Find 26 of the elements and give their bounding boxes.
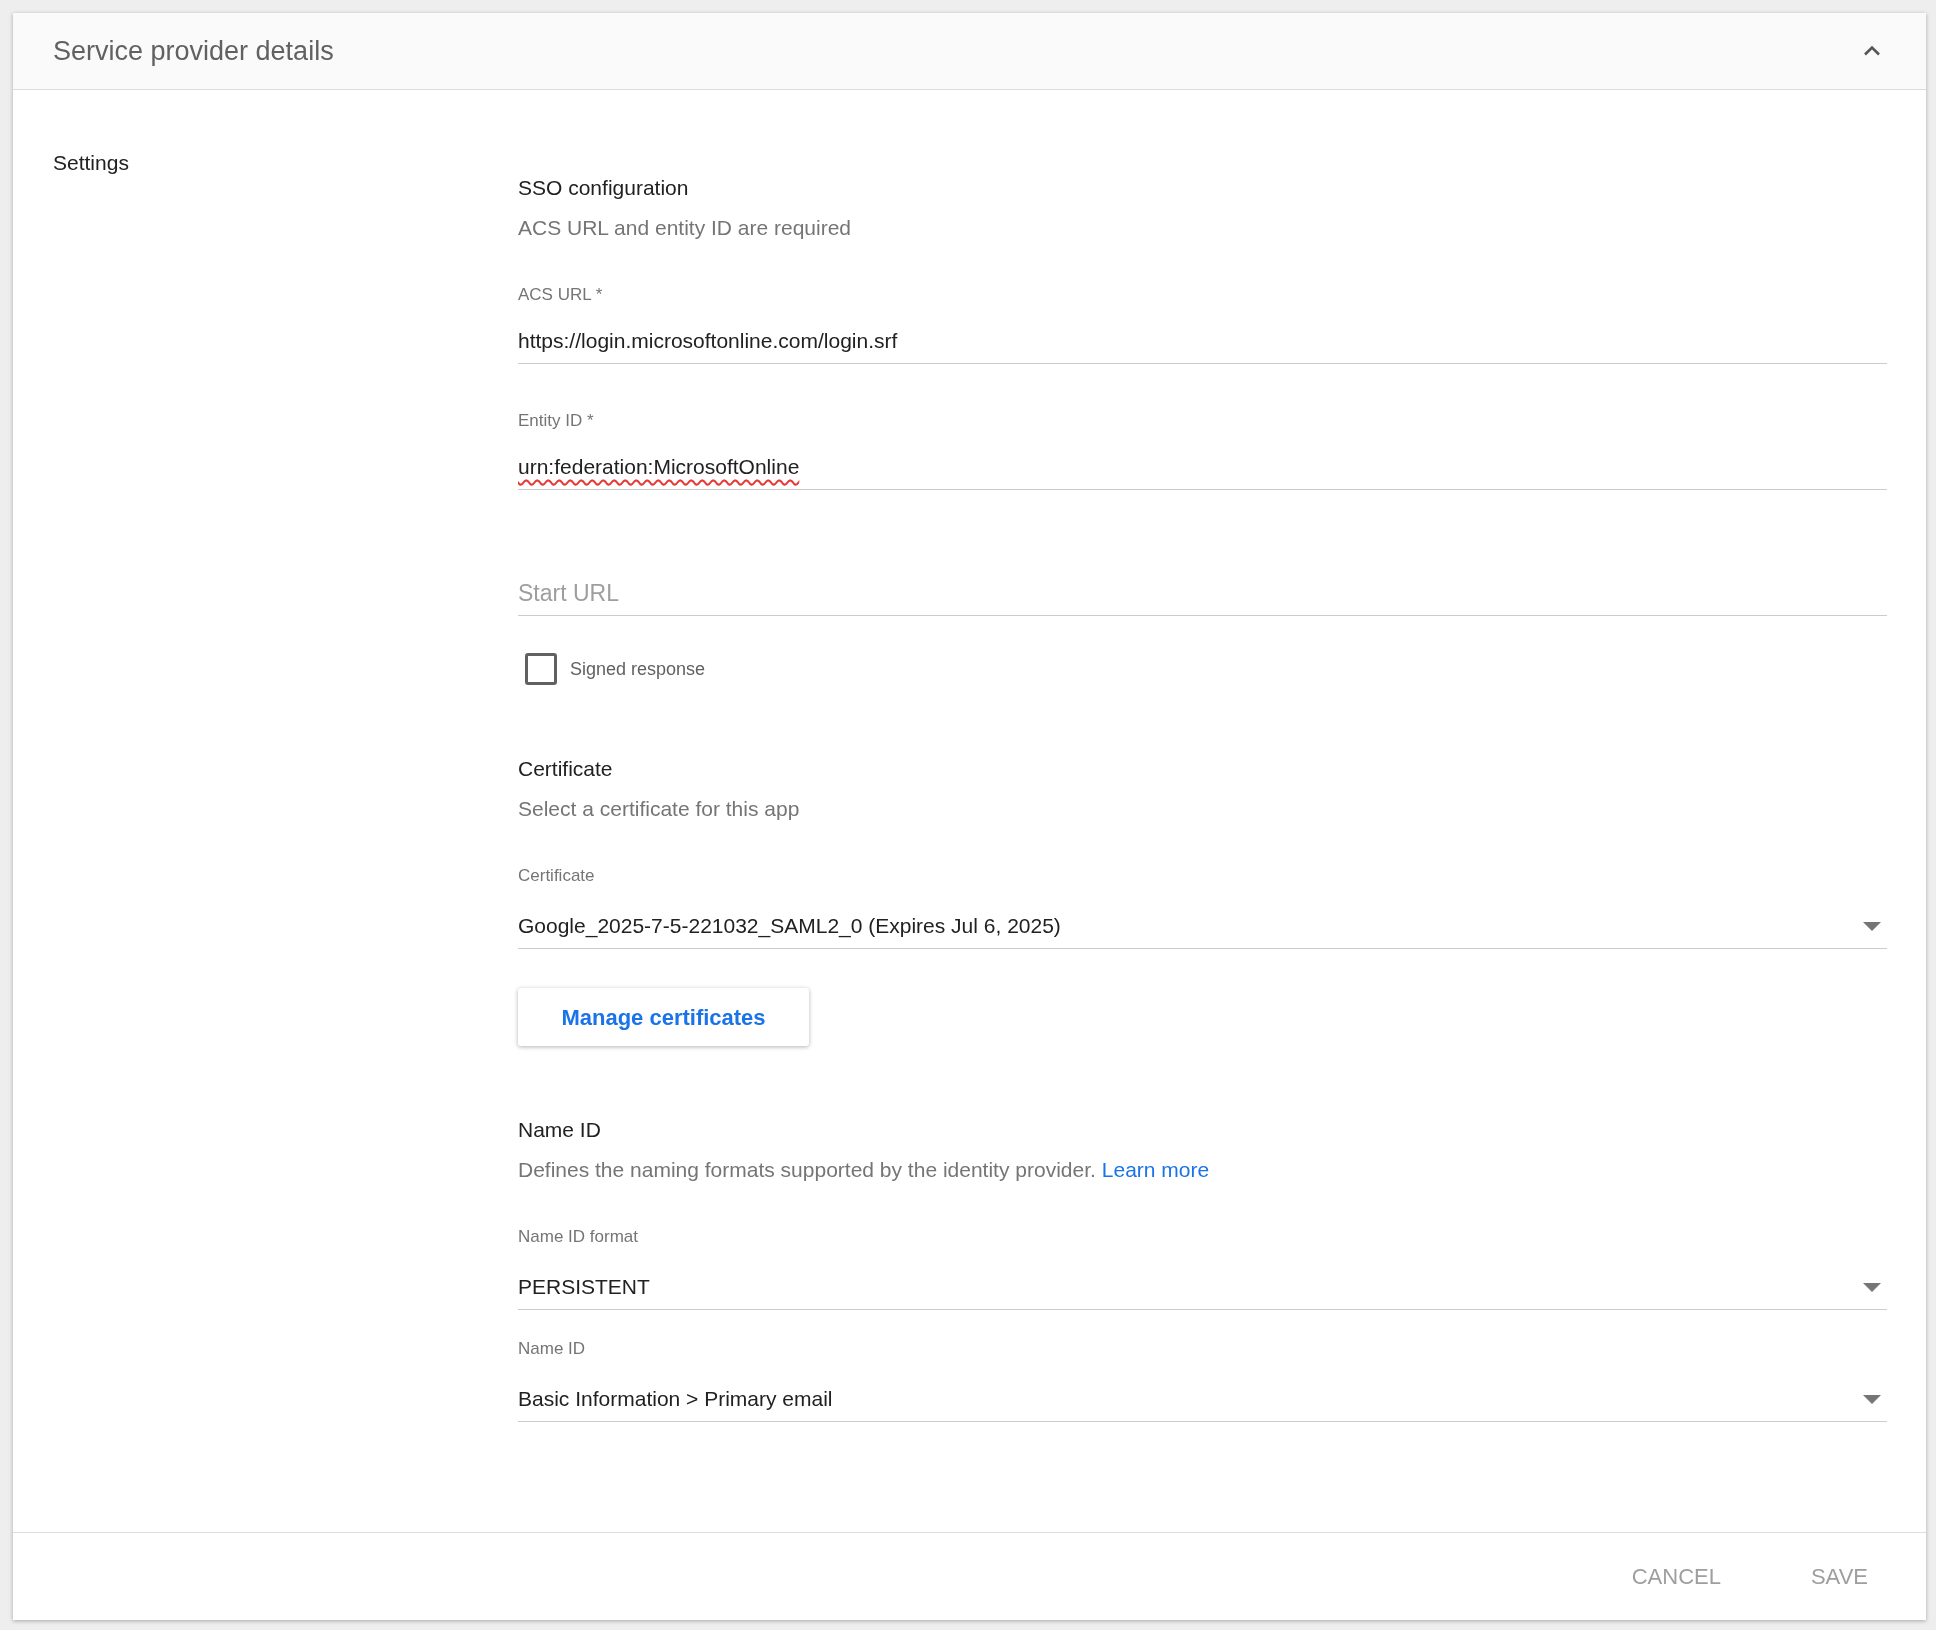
settings-label: Settings bbox=[53, 151, 129, 174]
section-heading: SSO configuration bbox=[518, 176, 690, 200]
field-label: Certificate bbox=[518, 866, 595, 885]
select-field[interactable]: PERSISTENT bbox=[518, 1274, 1887, 1310]
panel-header[interactable]: Service provider details bbox=[13, 13, 1926, 90]
checkbox-label: Signed response bbox=[570, 657, 706, 681]
select-field[interactable]: Google_2025-7-5-221032_SAML2_0 (Expires Jul 6, 2025) bbox=[518, 913, 1887, 949]
section-description: ACS URL and entity ID are required bbox=[518, 216, 853, 240]
dropdown-arrow-icon bbox=[1863, 1282, 1881, 1292]
field-label: Name ID bbox=[518, 1339, 586, 1358]
dropdown-arrow-icon bbox=[1863, 1394, 1881, 1404]
select-field[interactable]: Basic Information > Primary email bbox=[518, 1386, 1887, 1422]
field-label: ACS URL * bbox=[518, 285, 603, 304]
section-description: Defines the naming formats supported by the identity provider. bbox=[518, 1158, 1096, 1182]
section-heading: Name ID bbox=[518, 1118, 602, 1142]
field-label: Entity ID * bbox=[518, 411, 594, 430]
learn-more-link[interactable]: Learn more bbox=[1101, 1158, 1210, 1182]
checkbox[interactable] bbox=[525, 653, 557, 685]
section-heading: Certificate bbox=[518, 757, 614, 781]
manage-certificates-button[interactable]: Manage certificates bbox=[518, 988, 809, 1046]
input-field[interactable]: urn:federation:MicrosoftOnline bbox=[518, 454, 1887, 490]
field-label: Name ID format bbox=[518, 1227, 638, 1246]
input-field[interactable]: https://login.microsoftonline.com/login.srf bbox=[518, 328, 1887, 364]
panel-title: Service provider details bbox=[53, 34, 334, 68]
section-description: Select a certificate for this app bbox=[518, 797, 801, 821]
dropdown-arrow-icon bbox=[1863, 921, 1881, 931]
